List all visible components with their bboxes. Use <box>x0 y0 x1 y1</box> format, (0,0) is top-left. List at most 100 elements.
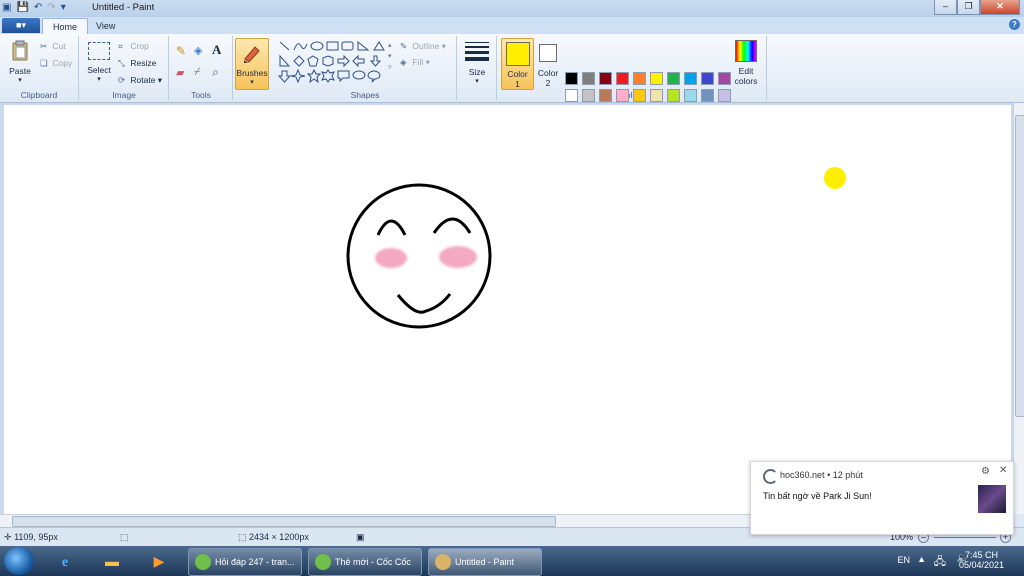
edit-colors-button[interactable]: Edit colors <box>730 40 762 86</box>
internet-explorer-icon[interactable]: e <box>48 549 82 573</box>
notification-close-icon[interactable]: ✕ <box>999 465 1007 476</box>
palette-swatch[interactable] <box>718 72 731 85</box>
brushes-group: Brushes ▾ <box>234 36 270 100</box>
left-blush <box>375 248 407 268</box>
vertical-scroll-thumb[interactable] <box>1015 115 1024 417</box>
fill-button[interactable]: ◈ Fill ▾ <box>400 57 430 68</box>
edit-colors-label: Edit <box>738 66 754 76</box>
show-hidden-icons-icon[interactable]: ▲ <box>917 554 926 564</box>
cursor-position-value: 1109, 95px <box>14 532 58 542</box>
palette-swatch[interactable] <box>684 72 697 85</box>
paste-label: Paste <box>9 66 31 76</box>
palette-swatch[interactable] <box>650 72 663 85</box>
language-indicator[interactable]: EN <box>897 555 910 565</box>
taskbar-task-coccoc[interactable]: Thẻ mới - Cốc Cốc <box>308 548 422 576</box>
resize-icon: ⤡ <box>118 58 125 68</box>
toast-notification[interactable]: hoc360.net • 12 phút ⚙ ✕ Tin bất ngờ về … <box>750 461 1014 535</box>
taskbar-task-hoidap[interactable]: Hỏi đáp 247 - tran... <box>188 548 302 576</box>
palette-swatch[interactable] <box>616 89 629 102</box>
vertical-scrollbar[interactable] <box>1013 103 1024 514</box>
line-size-icon <box>465 42 489 61</box>
taskbar-task-paint[interactable]: Untitled - Paint <box>428 548 542 576</box>
settings-gear-icon[interactable]: ⚙ <box>981 466 990 477</box>
undo-icon[interactable]: ↶ <box>34 1 42 15</box>
minimize-button[interactable]: – <box>934 0 957 15</box>
brushes-button[interactable]: Brushes ▾ <box>235 38 269 90</box>
palette-swatch[interactable] <box>701 72 714 85</box>
rotate-label: Rotate <box>130 75 156 85</box>
palette-swatch[interactable] <box>718 89 731 102</box>
close-button[interactable]: ✕ <box>980 0 1020 15</box>
media-player-icon[interactable]: ▶ <box>142 549 176 573</box>
palette-swatch[interactable] <box>633 72 646 85</box>
tab-view[interactable]: View <box>86 18 125 34</box>
horizontal-scroll-thumb[interactable] <box>12 516 556 527</box>
file-explorer-icon[interactable]: ▬ <box>95 549 129 573</box>
size-button[interactable]: Size ▾ <box>462 42 492 85</box>
taskbar: e ▬ ▶ Hỏi đáp 247 - tran... Thẻ mới - Cố… <box>0 546 1024 576</box>
help-icon[interactable]: ? <box>1009 19 1020 30</box>
color1-label: Color <box>507 69 528 79</box>
select-label: Select <box>87 65 111 75</box>
image-size: ⬚ 2434 × 1200px <box>238 532 309 543</box>
fill-label: Fill <box>412 57 424 67</box>
window-title: Untitled - Paint <box>92 2 155 13</box>
tab-home[interactable]: Home <box>42 18 89 35</box>
palette-swatch[interactable] <box>667 72 680 85</box>
title-bar: ▣ 💾 ↶ ↷ ▾ Untitled - Paint – ❐ ✕ <box>0 0 1024 18</box>
clock[interactable]: 7:45 CH 05/04/2021 <box>959 550 1004 570</box>
palette-swatch[interactable] <box>684 89 697 102</box>
paste-button[interactable]: Paste ▾ <box>6 40 34 84</box>
palette-swatch[interactable] <box>650 89 663 102</box>
palette-swatch[interactable] <box>667 89 680 102</box>
right-blush <box>439 246 477 268</box>
image-group: Select ▾ ⌗ Crop ⤡ Resize ⟳ Rotate ▾ Imag… <box>80 36 169 100</box>
color1-button[interactable]: Color 1 <box>501 38 534 90</box>
palette-swatch[interactable] <box>565 72 578 85</box>
network-icon[interactable]: 🖧 <box>934 553 946 572</box>
fill-bucket-icon[interactable]: ◈ <box>194 44 202 57</box>
paint-app-icon[interactable]: ▣ <box>2 1 11 15</box>
color2-button[interactable]: Color 2 <box>534 38 562 88</box>
palette-swatch[interactable] <box>582 89 595 102</box>
brushes-label: Brushes <box>236 68 268 78</box>
outline-icon: ✎ <box>400 41 408 51</box>
notification-time: 12 phút <box>832 470 863 480</box>
ribbon-tabs: ■▾ Home View ? <box>0 17 1024 35</box>
palette-swatch[interactable] <box>633 89 646 102</box>
palette-swatch[interactable] <box>616 72 629 85</box>
save-icon[interactable]: 💾 <box>16 1 28 15</box>
drawing-canvas[interactable] <box>4 105 1011 514</box>
crop-button[interactable]: ⌗ Crop <box>118 41 149 52</box>
customize-toolbar-icon[interactable]: ▾ <box>61 1 66 15</box>
pencil-icon[interactable]: ✎ <box>176 44 186 58</box>
start-button[interactable] <box>4 547 34 575</box>
cut-button[interactable]: ✂ Cut <box>40 41 66 52</box>
color1-number: 1 <box>515 79 520 89</box>
color-spectrum-icon <box>735 40 757 62</box>
color1-swatch <box>505 42 530 66</box>
shapes-gallery[interactable] <box>278 40 390 86</box>
resize-button[interactable]: ⤡ Resize <box>118 58 156 69</box>
shapes-scroll[interactable]: ▴ ▾ ▿ <box>388 40 392 73</box>
rotate-button[interactable]: ⟳ Rotate ▾ <box>118 75 162 86</box>
text-tool-icon[interactable]: A <box>212 42 221 58</box>
magnifier-icon[interactable]: ⌕ <box>212 65 219 80</box>
clock-date: 05/04/2021 <box>958 560 1004 570</box>
file-size-icon: ▣ <box>356 532 365 542</box>
palette-swatch[interactable] <box>599 72 612 85</box>
copy-button[interactable]: ❏ Copy <box>40 58 72 69</box>
palette-swatch[interactable] <box>701 89 714 102</box>
palette-swatch[interactable] <box>599 89 612 102</box>
color-picker-icon[interactable]: ⌿ <box>194 66 201 79</box>
palette-swatch[interactable] <box>565 89 578 102</box>
brush-icon <box>244 46 260 63</box>
maximize-button[interactable]: ❐ <box>957 0 980 15</box>
palette-swatch[interactable] <box>582 72 595 85</box>
eraser-icon[interactable]: ▰ <box>176 66 184 79</box>
outline-button[interactable]: ✎ Outline ▾ <box>400 41 446 52</box>
redo-icon[interactable]: ↷ <box>47 1 55 15</box>
select-button[interactable]: Select ▾ <box>84 42 114 83</box>
file-menu-button[interactable]: ■▾ <box>2 18 40 33</box>
cut-label: Cut <box>52 41 66 51</box>
